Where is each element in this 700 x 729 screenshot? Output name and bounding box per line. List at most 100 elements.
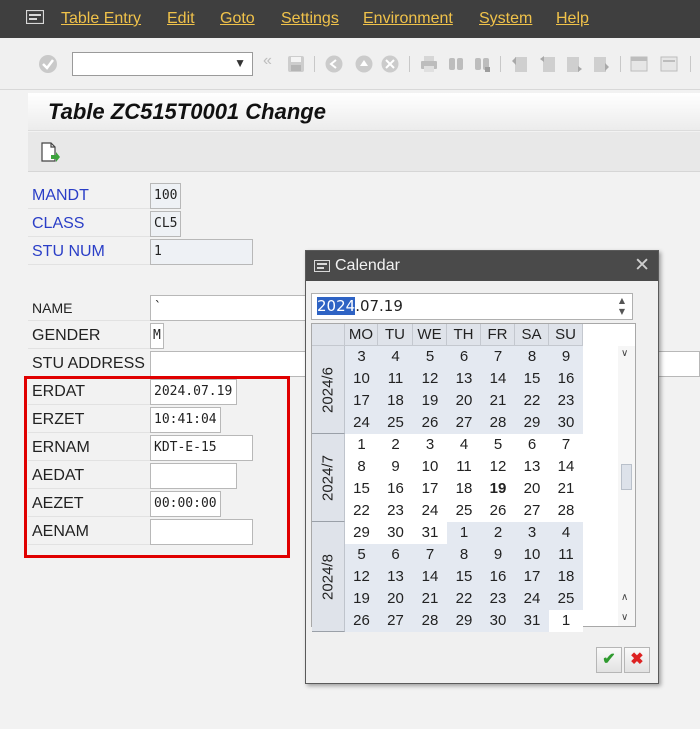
calendar-day[interactable]: 26 [481, 500, 515, 522]
next-page-icon[interactable] [565, 55, 583, 73]
calendar-day[interactable]: 7 [413, 544, 447, 566]
calendar-day[interactable]: 14 [413, 566, 447, 588]
calendar-day[interactable]: 15 [447, 566, 481, 588]
stu-num-field[interactable]: 1 [150, 239, 253, 265]
calendar-day[interactable]: 6 [515, 434, 549, 456]
calendar-day[interactable]: 7 [549, 434, 583, 456]
cancel-icon[interactable] [381, 55, 399, 73]
calendar-day[interactable]: 17 [345, 390, 378, 412]
calendar-day[interactable]: 5 [413, 346, 447, 368]
calendar-day[interactable]: 7 [481, 346, 515, 368]
calendar-day[interactable]: 16 [549, 368, 583, 390]
create-session-icon[interactable] [630, 55, 648, 73]
menu-help[interactable]: Help [556, 10, 589, 28]
calendar-scrollbar[interactable]: ∨ ∧ ∨ [618, 346, 635, 626]
menu-edit[interactable]: Edit [167, 10, 195, 28]
confirm-button[interactable]: ✔ [596, 647, 622, 673]
calendar-day[interactable]: 16 [481, 566, 515, 588]
calendar-day[interactable]: 3 [345, 346, 378, 368]
calendar-day[interactable]: 4 [378, 346, 413, 368]
calendar-day[interactable]: 5 [345, 544, 378, 566]
menu-environment[interactable]: Environment [363, 10, 453, 28]
enter-icon[interactable] [38, 54, 58, 74]
prev-page-icon[interactable] [539, 55, 557, 73]
dialog-menu-icon[interactable] [314, 260, 330, 272]
calendar-day[interactable]: 28 [413, 610, 447, 632]
chevron-down-icon[interactable]: ▼ [234, 56, 246, 70]
calendar-day[interactable]: 31 [413, 522, 447, 544]
new-entries-icon[interactable] [40, 142, 60, 164]
exit-icon[interactable] [355, 55, 373, 73]
calendar-day[interactable]: 26 [345, 610, 378, 632]
scroll-down-icon[interactable]: ∨ [621, 612, 628, 623]
calendar-day[interactable]: 10 [515, 544, 549, 566]
menu-settings[interactable]: Settings [281, 10, 339, 28]
calendar-day[interactable]: 25 [549, 588, 583, 610]
calendar-day[interactable]: 2 [378, 434, 413, 456]
calendar-day[interactable]: 10 [413, 456, 447, 478]
calendar-day[interactable]: 8 [515, 346, 549, 368]
calendar-day[interactable]: 2 [481, 522, 515, 544]
calendar-day[interactable]: 18 [447, 478, 481, 500]
save-icon[interactable] [287, 55, 305, 73]
calendar-day[interactable]: 11 [447, 456, 481, 478]
first-page-icon[interactable] [511, 55, 529, 73]
calendar-day[interactable]: 20 [515, 478, 549, 500]
calendar-title-bar[interactable]: Calendar ✕ [306, 251, 658, 281]
gender-field[interactable]: M [150, 323, 164, 349]
calendar-day[interactable]: 3 [515, 522, 549, 544]
scroll-up-icon[interactable]: ∧ [621, 592, 628, 603]
calendar-day[interactable]: 23 [481, 588, 515, 610]
calendar-day[interactable]: 9 [378, 456, 413, 478]
calendar-day[interactable]: 18 [378, 390, 413, 412]
calendar-day[interactable]: 30 [481, 610, 515, 632]
calendar-day[interactable]: 1 [345, 434, 378, 456]
calendar-day[interactable]: 21 [413, 588, 447, 610]
calendar-day[interactable]: 4 [447, 434, 481, 456]
calendar-day[interactable]: 11 [549, 544, 583, 566]
scroll-up-arrow[interactable]: ∨ [621, 348, 628, 359]
calendar-day[interactable]: 23 [549, 390, 583, 412]
calendar-day[interactable]: 18 [549, 566, 583, 588]
calendar-day[interactable]: 28 [481, 412, 515, 434]
calendar-day[interactable]: 1 [549, 610, 583, 632]
calendar-day[interactable]: 29 [515, 412, 549, 434]
find-icon[interactable] [447, 55, 465, 73]
calendar-day[interactable]: 1 [447, 522, 481, 544]
find-next-icon[interactable] [473, 55, 491, 73]
calendar-day[interactable]: 29 [345, 522, 378, 544]
calendar-day[interactable]: 24 [515, 588, 549, 610]
calendar-day[interactable]: 27 [447, 412, 481, 434]
calendar-day[interactable]: 25 [447, 500, 481, 522]
collapse-icon[interactable]: « [263, 52, 281, 70]
calendar-day[interactable]: 11 [378, 368, 413, 390]
date-spinner[interactable]: ▲ ▼ [614, 295, 630, 318]
calendar-day[interactable]: 19 [481, 478, 515, 500]
calendar-day[interactable]: 21 [481, 390, 515, 412]
back-icon[interactable] [325, 55, 343, 73]
calendar-day[interactable]: 4 [549, 522, 583, 544]
calendar-day[interactable]: 25 [378, 412, 413, 434]
calendar-day[interactable]: 29 [447, 610, 481, 632]
calendar-day[interactable]: 24 [345, 412, 378, 434]
calendar-day[interactable]: 6 [378, 544, 413, 566]
cancel-button[interactable]: ✖ [624, 647, 650, 673]
calendar-day[interactable]: 14 [549, 456, 583, 478]
calendar-day[interactable]: 17 [515, 566, 549, 588]
calendar-day[interactable]: 12 [345, 566, 378, 588]
calendar-day[interactable]: 23 [378, 500, 413, 522]
calendar-day[interactable]: 19 [345, 588, 378, 610]
calendar-day[interactable]: 8 [345, 456, 378, 478]
calendar-day[interactable]: 22 [345, 500, 378, 522]
calendar-day[interactable]: 13 [378, 566, 413, 588]
calendar-day[interactable]: 30 [549, 412, 583, 434]
calendar-day[interactable]: 27 [515, 500, 549, 522]
calendar-day[interactable]: 26 [413, 412, 447, 434]
calendar-day[interactable]: 16 [378, 478, 413, 500]
mandt-field[interactable]: 100 [150, 183, 181, 209]
calendar-day[interactable]: 9 [549, 346, 583, 368]
calendar-day[interactable]: 20 [447, 390, 481, 412]
print-icon[interactable] [420, 55, 438, 73]
calendar-day[interactable]: 5 [481, 434, 515, 456]
class-field[interactable]: CL5 [150, 211, 181, 237]
